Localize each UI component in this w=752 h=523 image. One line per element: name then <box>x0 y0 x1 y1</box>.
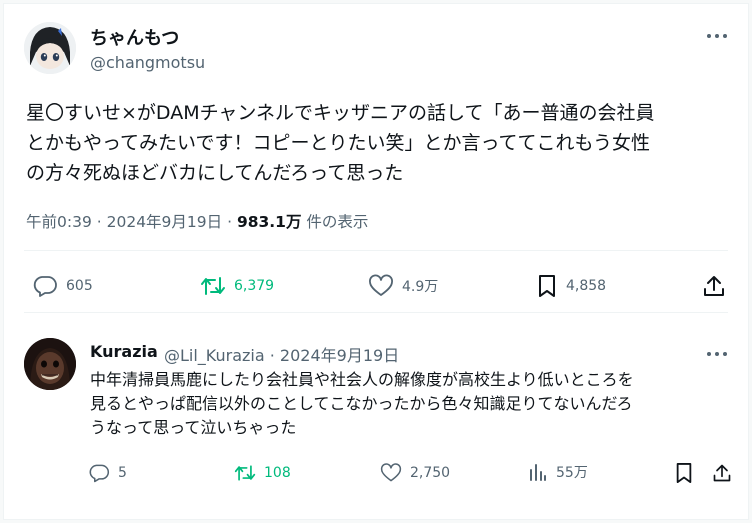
views-icon <box>530 464 546 481</box>
divider <box>24 312 728 313</box>
handle[interactable]: @changmotsu <box>90 53 205 72</box>
avatar[interactable] <box>24 338 76 390</box>
reply-count: 5 <box>118 465 127 481</box>
views-count: 55万 <box>556 465 588 481</box>
tweet-text: 星〇すいせ×がDAMチャンネルでキッザニアの話して「あー普通の会社員 とかもやっ… <box>26 102 655 184</box>
views-count: 983.1万 <box>236 213 302 231</box>
meta-separator: · <box>96 213 107 231</box>
more-icon[interactable] <box>706 346 728 362</box>
main-tweet: ちゃんもつ @changmotsu 星〇すいせ×がDAMチャンネルでキッザニアの… <box>4 4 748 314</box>
share-icon <box>704 276 724 296</box>
display-name[interactable]: ちゃんもつ <box>90 24 179 50</box>
views-label: 件の表示 <box>306 213 369 231</box>
bookmark-button[interactable] <box>674 462 694 484</box>
reply-tweet[interactable]: Kurazia @Lil_Kurazia · 2024年9月19日 中年清掃員馬… <box>4 326 748 516</box>
like-button[interactable]: 4.9万 <box>368 274 438 298</box>
tweet-date[interactable]: 2024年9月19日 <box>107 213 223 231</box>
retweet-count: 108 <box>264 465 291 481</box>
like-icon <box>380 463 402 482</box>
display-name[interactable]: Kurazia <box>90 342 158 361</box>
meta-separator: · <box>227 213 237 231</box>
reply-icon <box>33 276 57 297</box>
like-count: 2,750 <box>410 465 451 481</box>
retweet-icon <box>234 465 256 481</box>
retweet-button[interactable]: 6,379 <box>200 274 274 298</box>
bookmark-count: 4,858 <box>566 278 607 294</box>
reply-text: 中年清掃員馬鹿にしたり会社員や社会人の解像度が高校生より低いところを 見るとやっ… <box>90 370 634 437</box>
share-button[interactable] <box>712 462 732 484</box>
like-count: 4.9万 <box>402 279 439 295</box>
reply-button[interactable]: 5 <box>88 462 127 484</box>
reply-count: 605 <box>66 278 93 294</box>
bookmark-button[interactable]: 4,858 <box>536 274 606 298</box>
share-button[interactable] <box>702 274 726 298</box>
more-icon[interactable] <box>706 28 728 44</box>
bookmark-icon <box>676 462 692 483</box>
like-button[interactable]: 2,750 <box>380 462 450 484</box>
like-icon <box>369 274 393 296</box>
retweet-button[interactable]: 108 <box>234 462 291 484</box>
tweet-thread: ちゃんもつ @changmotsu 星〇すいせ×がDAMチャンネルでキッザニアの… <box>3 3 749 520</box>
action-bar: 5 108 2,750 55万 <box>4 460 748 490</box>
handle-date[interactable]: @Lil_Kurazia · 2024年9月19日 <box>164 342 399 366</box>
retweet-count: 6,379 <box>234 278 275 294</box>
divider <box>24 250 728 251</box>
retweet-icon <box>201 277 225 295</box>
reply-button[interactable]: 605 <box>32 274 93 298</box>
share-icon <box>713 464 731 482</box>
tweet-time[interactable]: 午前0:39 <box>26 213 92 231</box>
views-button[interactable]: 55万 <box>528 462 588 482</box>
bookmark-icon <box>539 275 555 297</box>
action-bar: 605 6,379 4.9万 4,858 <box>4 266 748 306</box>
avatar[interactable] <box>24 22 76 74</box>
reply-icon <box>89 464 110 483</box>
tweet-meta: 午前0:39 · 2024年9月19日 · 983.1万 件の表示 <box>26 210 368 232</box>
